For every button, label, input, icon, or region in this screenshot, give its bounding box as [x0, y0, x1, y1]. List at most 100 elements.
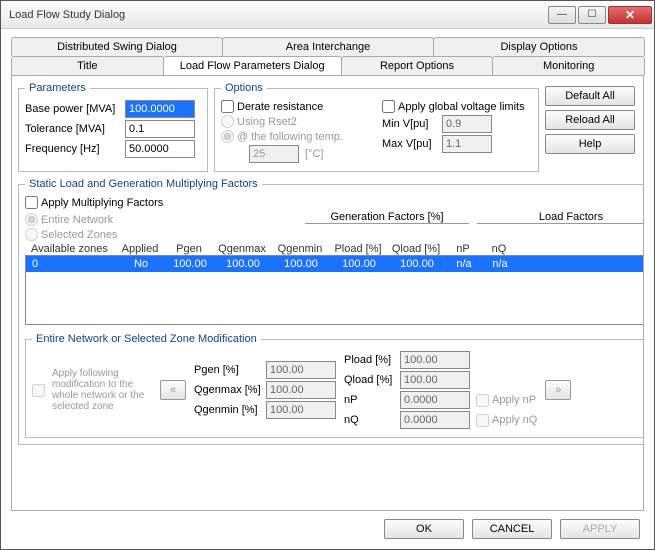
base-power-input[interactable] [125, 100, 195, 118]
factors-legend: Static Load and Generation Multiplying F… [25, 178, 262, 190]
col-qload: Qload [%] [387, 243, 445, 255]
cell-qload: 100.00 [388, 258, 446, 270]
minv-label: Min V[pu] [382, 118, 442, 130]
mod-qgenmax-label: Qgenmax [%] [194, 384, 266, 396]
default-all-button[interactable]: Default All [545, 86, 635, 106]
mod-qload-label: Qload [%] [344, 374, 400, 386]
apply-factors-label: Apply Multiplying Factors [41, 197, 163, 209]
tab-area-interchange[interactable]: Area Interchange [222, 37, 434, 56]
options-legend: Options [221, 82, 267, 94]
cell-np: n/a [446, 258, 482, 270]
col-applied: Applied [115, 243, 165, 255]
mod-pgen-label: Pgen [%] [194, 364, 266, 376]
zone-row[interactable]: 0 No 100.00 100.00 100.00 100.00 100.00 … [26, 256, 644, 272]
parameters-legend: Parameters [25, 82, 90, 94]
gen-factors-header: Generation Factors [%] [305, 211, 469, 224]
mod-pload-label: Pload [%] [344, 354, 400, 366]
frequency-input[interactable] [125, 140, 195, 158]
tab-report-options[interactable]: Report Options [341, 56, 494, 75]
apply-mod-checkbox [32, 384, 45, 397]
dialog-window: Load Flow Study Dialog — ☐ ✕ Distributed… [0, 0, 655, 550]
following-temp-label: @ the following temp. [237, 131, 343, 143]
col-available-zones: Available zones [25, 243, 115, 255]
close-button[interactable]: ✕ [608, 6, 652, 24]
cell-pload: 100.00 [330, 258, 388, 270]
entire-network-label: Entire Network [41, 214, 113, 226]
mod-pgen-input [266, 361, 336, 379]
col-pload: Pload [%] [329, 243, 387, 255]
apply-nq-checkbox [476, 414, 489, 427]
apply-nq-label: Apply nQ [492, 414, 537, 426]
apply-np-checkbox [476, 394, 489, 407]
modification-group: Entire Network or Selected Zone Modifica… [25, 333, 644, 438]
cell-qgenmin: 100.00 [272, 258, 330, 270]
zone-list[interactable]: 0 No 100.00 100.00 100.00 100.00 100.00 … [25, 255, 644, 325]
temp-unit-label: [°C] [305, 148, 323, 160]
minv-input [442, 115, 492, 133]
minimize-button[interactable]: — [548, 6, 576, 24]
col-nq: nQ [481, 243, 517, 255]
apply-mod-hint: Apply following modification to the whol… [52, 368, 152, 412]
apply-np-label: Apply nP [492, 394, 536, 406]
mod-qgenmin-input [266, 401, 336, 419]
maxv-input [442, 135, 492, 153]
window-title: Load Flow Study Dialog [9, 9, 546, 21]
rset2-label: Using Rset2 [237, 116, 297, 128]
maxv-label: Max V[pu] [382, 138, 442, 150]
derate-label: Derate resistance [237, 101, 323, 113]
side-buttons: Default All Reload All Help [545, 82, 637, 172]
cell-applied: No [116, 258, 166, 270]
tab-monitoring[interactable]: Monitoring [492, 56, 645, 75]
maximize-button[interactable]: ☐ [578, 6, 606, 24]
chevron-left-icon: « [170, 384, 176, 396]
mod-qload-input [400, 371, 470, 389]
col-np: nP [445, 243, 481, 255]
mod-apply-left-button: « [160, 380, 186, 400]
client-area: Distributed Swing Dialog Area Interchang… [1, 29, 654, 549]
factors-group: Static Load and Generation Multiplying F… [18, 178, 644, 445]
reload-all-button[interactable]: Reload All [545, 110, 635, 130]
mod-nq-label: nQ [344, 414, 400, 426]
ok-button[interactable]: OK [384, 519, 464, 539]
tab-display-options[interactable]: Display Options [433, 37, 645, 56]
mod-nq-input [400, 411, 470, 429]
entire-network-radio [25, 213, 38, 226]
cell-nq: n/a [482, 258, 518, 270]
tab-load-flow-parameters[interactable]: Load Flow Parameters Dialog [163, 56, 342, 75]
cell-qgenmax: 100.00 [214, 258, 272, 270]
selected-zones-radio [25, 228, 38, 241]
mod-qgenmax-input [266, 381, 336, 399]
derate-checkbox[interactable] [221, 100, 234, 113]
tab-body: Parameters Base power [MVA] Tolerance [M… [11, 75, 644, 511]
cell-pgen: 100.00 [166, 258, 214, 270]
cancel-button[interactable]: CANCEL [472, 519, 552, 539]
temp-input [249, 145, 299, 163]
dialog-buttons: OK CANCEL APPLY [11, 511, 644, 543]
titlebar: Load Flow Study Dialog — ☐ ✕ [1, 1, 654, 29]
tolerance-input[interactable] [125, 120, 195, 138]
rset2-radio [221, 115, 234, 128]
apply-button[interactable]: APPLY [560, 519, 640, 539]
cell-zone: 0 [26, 258, 116, 270]
help-button[interactable]: Help [545, 134, 635, 154]
mod-qgenmin-label: Qgenmin [%] [194, 404, 266, 416]
apply-global-checkbox[interactable] [382, 100, 395, 113]
base-power-label: Base power [MVA] [25, 103, 125, 115]
chevron-right-icon: » [555, 384, 561, 396]
mod-np-label: nP [344, 394, 400, 406]
frequency-label: Frequency [Hz] [25, 143, 125, 155]
modification-legend: Entire Network or Selected Zone Modifica… [32, 333, 261, 345]
zone-list-header: Available zones Applied Pgen Qgenmax Qge… [25, 243, 644, 255]
col-qgenmin: Qgenmin [271, 243, 329, 255]
selected-zones-label: Selected Zones [41, 229, 117, 241]
tab-title[interactable]: Title [11, 56, 164, 75]
col-qgenmax: Qgenmax [213, 243, 271, 255]
apply-global-label: Apply global voltage limits [398, 101, 525, 113]
mod-np-input [400, 391, 470, 409]
col-pgen: Pgen [165, 243, 213, 255]
mod-pload-input [400, 351, 470, 369]
options-group: Options Derate resistance Using Rset2 @ … [214, 82, 539, 172]
apply-factors-checkbox[interactable] [25, 196, 38, 209]
parameters-group: Parameters Base power [MVA] Tolerance [M… [18, 82, 208, 172]
tab-distributed-swing[interactable]: Distributed Swing Dialog [11, 37, 223, 56]
